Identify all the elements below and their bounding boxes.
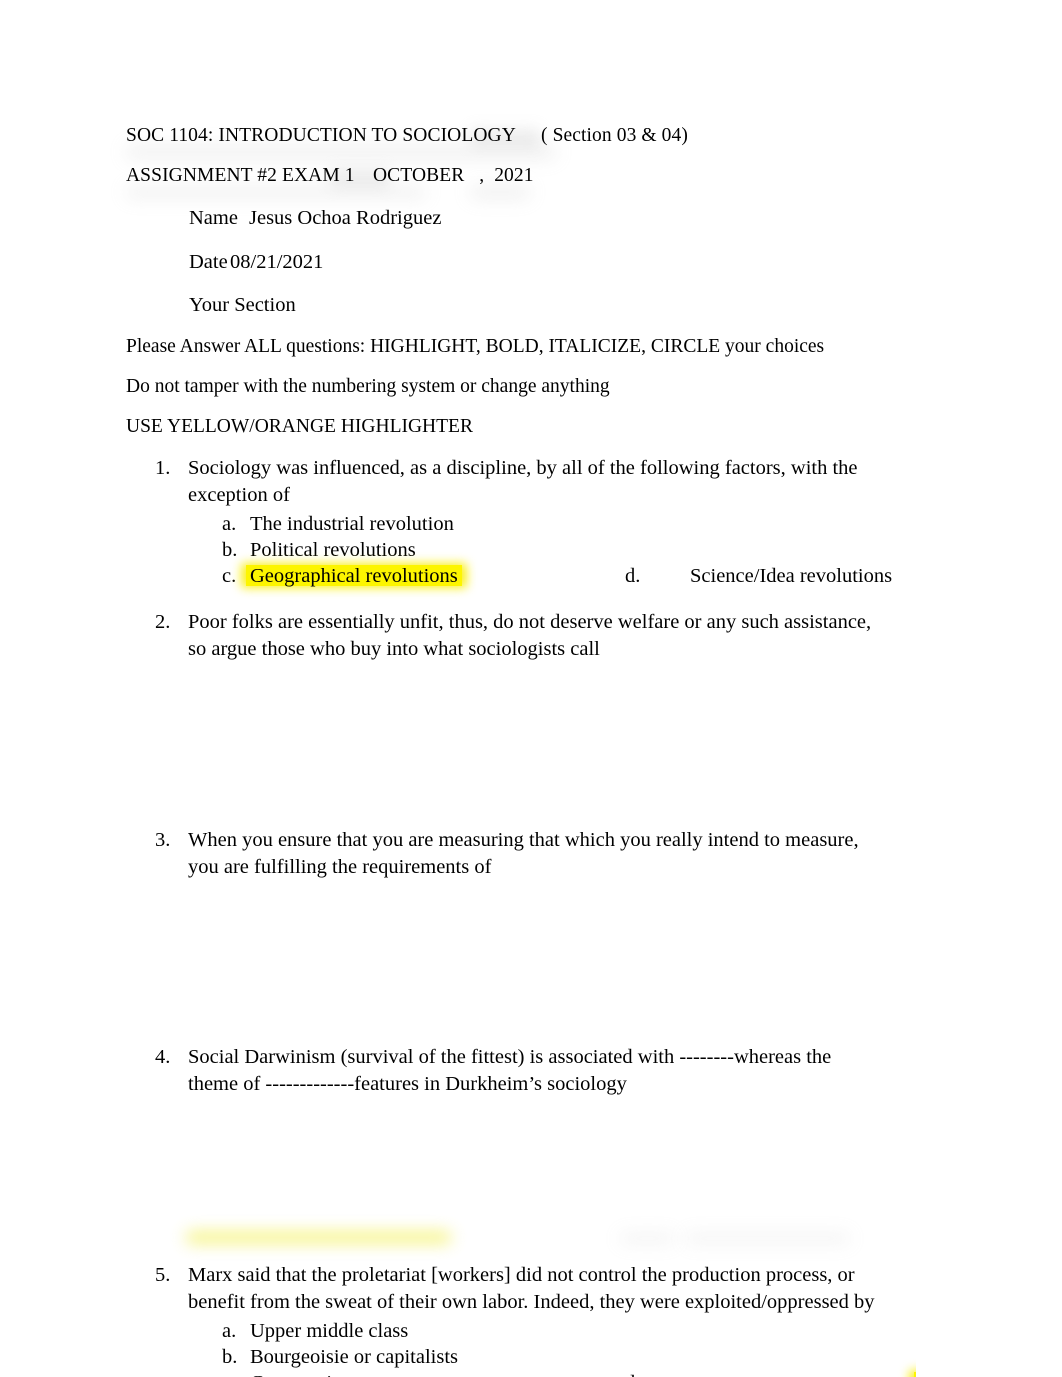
section-label: Your Section [189, 294, 296, 316]
question-text: Sociology was influenced, as a disciplin… [188, 457, 858, 506]
assignment-date: OCTOBER , 2021 [373, 165, 534, 186]
question-number: 2. [155, 611, 171, 633]
highlighter-smudge-yellow [186, 1232, 451, 1243]
option-list: a. The industrial revolution b. Politica… [126, 511, 916, 589]
question-number: 5. [155, 1264, 171, 1286]
date-label: Date [189, 251, 228, 273]
option-letter: a. [222, 513, 237, 535]
question-text: Social Darwinism (survival of the fittes… [188, 1046, 832, 1095]
question-text: Marx said that the proletariat [workers]… [188, 1264, 875, 1313]
instruction-line-3: USE YELLOW/ORANGE HIGHLIGHTER [126, 416, 473, 437]
question-number: 3. [155, 829, 171, 851]
question-item: 4. Social Darwinism (survival of the fit… [126, 1044, 916, 1098]
question-number: 4. [155, 1046, 171, 1068]
question-text: When you ensure that you are measuring t… [188, 829, 859, 878]
instruction-line-1: Please Answer ALL questions: HIGHLIGHT, … [126, 336, 825, 357]
question-number: 1. [155, 457, 171, 479]
question-item: 1. Sociology was influenced, as a discip… [126, 455, 916, 589]
option-row[interactable]: b. Political revolutions [126, 537, 916, 563]
name-value[interactable]: Jesus Ochoa Rodriguez [249, 206, 441, 231]
option-letter: d. [625, 565, 641, 587]
option-row[interactable]: a. Upper middle class [126, 1318, 916, 1344]
option-text-highlighted[interactable]: Geographical revolutions [246, 563, 462, 589]
option-text[interactable]: Science/Idea revolutions [690, 563, 892, 589]
redaction-smudge-q5-1 [620, 1234, 675, 1243]
option-letter: b. [222, 539, 238, 561]
option-letter: c. [222, 1370, 250, 1377]
instruction-line-2: Do not tamper with the numbering system … [126, 376, 610, 397]
question-text: Poor folks are essentially unfit, thus, … [188, 611, 872, 660]
option-list: a. Upper middle class b. Bourgeoisie or … [126, 1318, 916, 1377]
date-value[interactable]: 08/21/2021 [230, 250, 323, 275]
course-title: SOC 1104: INTRODUCTION TO SOCIOLOGY [126, 125, 516, 146]
option-letter: d. [625, 1370, 640, 1377]
option-text[interactable]: Communists [250, 1370, 354, 1377]
option-row[interactable]: c. Communists d. Socialists [126, 1370, 916, 1377]
document-page: SOC 1104: INTRODUCTION TO SOCIOLOGY ( Se… [0, 0, 1062, 1377]
option-letter: b. [222, 1346, 238, 1368]
option-text[interactable]: Bourgeoisie or capitalists [250, 1344, 458, 1370]
question-item: 5. Marx said that the proletariat [worke… [126, 1262, 916, 1377]
question-item: 3. When you ensure that you are measurin… [126, 827, 916, 881]
option-text[interactable]: The industrial revolution [250, 511, 454, 537]
option-row[interactable]: b. Bourgeoisie or capitalists [126, 1344, 916, 1370]
option-text: Geographical revolutions [250, 565, 458, 587]
name-label: Name [189, 207, 238, 229]
option-text[interactable]: Political revolutions [250, 537, 416, 563]
assignment-title: ASSIGNMENT #2 EXAM 1 [126, 165, 355, 186]
question-item: 2. Poor folks are essentially unfit, thu… [126, 609, 916, 663]
course-section: ( Section 03 & 04) [541, 125, 688, 146]
option-letter: a. [222, 1320, 237, 1342]
redaction-smudge-q5-2 [685, 1234, 850, 1243]
option-row[interactable]: a. The industrial revolution [126, 511, 916, 537]
option-row[interactable]: c. Geographical revolutions d. Science/I… [126, 563, 916, 589]
option-text[interactable]: Upper middle class [250, 1318, 408, 1344]
